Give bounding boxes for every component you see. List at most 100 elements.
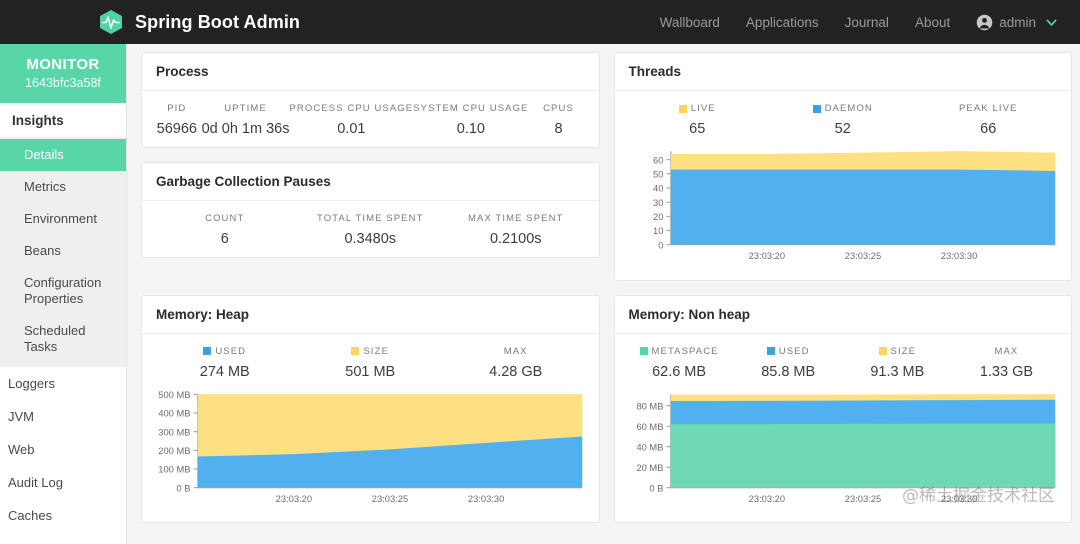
sidebar: MONITOR 1643bfc3a58f Insights Details Me… bbox=[0, 44, 127, 544]
nonheap-stats: METASPACE 62.6 MB USED 85.8 MB SIZE 91.3… bbox=[625, 346, 1062, 380]
brand[interactable]: Spring Boot Admin bbox=[97, 8, 300, 36]
sidebar-item-beans[interactable]: Beans bbox=[0, 235, 126, 267]
sidebar-section-insights: Insights bbox=[12, 113, 64, 128]
dashboard-row-top: Process PID 56966 UPTIME 0d 0h 1m 36s PR… bbox=[141, 52, 1072, 281]
heap-chart-svg: 0 B 100 MB 200 MB 300 MB 400 MB 500 MB 23:03:2… bbox=[158, 390, 583, 504]
svg-text:0: 0 bbox=[658, 240, 663, 250]
threads-stats: LIVE 65 DAEMON 52 PEAK LIVE 66 bbox=[625, 103, 1062, 137]
svg-text:10: 10 bbox=[653, 226, 663, 236]
sidebar-app-name: MONITOR bbox=[26, 56, 100, 73]
threads-chart: 0 10 20 30 40 50 60 23:03:20 23:03:25 23:03:30 bbox=[625, 147, 1062, 270]
gc-stats: COUNT 6 TOTAL TIME SPENT 0.3480s MAX TIM… bbox=[152, 213, 589, 247]
stat-nonheap-used: USED 85.8 MB bbox=[761, 345, 816, 380]
legend-swatch-used bbox=[766, 347, 775, 356]
svg-text:40: 40 bbox=[653, 184, 663, 194]
nonheap-card-title: Memory: Non heap bbox=[614, 296, 1071, 334]
nonheap-chart-svg: 0 B 20 MB 40 MB 60 MB 80 MB 23:03:20 23:03:25 2… bbox=[636, 393, 1055, 504]
svg-text:23:03:30: 23:03:30 bbox=[940, 251, 976, 261]
stat-process-cpu-usage: PROCESS CPU USAGE 0.01 bbox=[289, 103, 414, 137]
svg-text:20 MB: 20 MB bbox=[636, 462, 663, 472]
stat-gc-count: COUNT 6 bbox=[205, 213, 245, 247]
stat-gc-total-time: TOTAL TIME SPENT 0.3480s bbox=[317, 213, 424, 247]
stat-nonheap-metaspace: METASPACE 62.6 MB bbox=[625, 346, 734, 380]
sidebar-item-configuration-properties[interactable]: Configuration Properties bbox=[0, 267, 126, 315]
dashboard-column-left: Process PID 56966 UPTIME 0d 0h 1m 36s PR… bbox=[141, 52, 600, 281]
stat-nonheap-size: SIZE 91.3 MB bbox=[870, 345, 925, 380]
svg-text:23:03:20: 23:03:20 bbox=[748, 494, 784, 504]
brand-title: Spring Boot Admin bbox=[135, 11, 301, 32]
stat-nonheap-max: MAX 1.33 GB bbox=[979, 345, 1034, 380]
sidebar-item-metrics[interactable]: Metrics bbox=[0, 171, 126, 203]
svg-text:60 MB: 60 MB bbox=[636, 421, 663, 431]
stat-heap-used: USED 274 MB bbox=[199, 345, 250, 380]
nonheap-card: Memory: Non heap METASPACE 62.6 MB USED … bbox=[613, 294, 1072, 524]
sidebar-insights-group: Details Metrics Environment Beans Config… bbox=[0, 137, 126, 367]
sidebar-item-jvm[interactable]: JVM bbox=[0, 400, 126, 433]
sidebar-item-details[interactable]: Details bbox=[0, 139, 126, 171]
account-circle-icon bbox=[976, 14, 993, 31]
svg-text:23:03:25: 23:03:25 bbox=[844, 251, 880, 261]
legend-swatch-daemon bbox=[812, 104, 821, 113]
nav-link-journal[interactable]: Journal bbox=[845, 15, 889, 30]
heap-card-title: Memory: Heap bbox=[142, 296, 599, 334]
heap-card: Memory: Heap USED 274 MB SIZE 501 MB MAX… bbox=[141, 294, 600, 524]
sidebar-app-id: 1643bfc3a58f bbox=[25, 76, 101, 90]
process-card-title: Process bbox=[142, 53, 599, 91]
svg-text:23:03:20: 23:03:20 bbox=[748, 251, 784, 261]
svg-text:23:03:25: 23:03:25 bbox=[372, 494, 408, 504]
stat-threads-live: LIVE 65 bbox=[625, 103, 771, 137]
sidebar-item-audit-log[interactable]: Audit Log bbox=[0, 466, 126, 499]
sidebar-item-web[interactable]: Web bbox=[0, 433, 126, 466]
legend-swatch-metaspace bbox=[639, 347, 648, 356]
svg-text:60: 60 bbox=[653, 155, 663, 165]
user-name: admin bbox=[999, 14, 1036, 30]
svg-text:40 MB: 40 MB bbox=[636, 442, 663, 452]
gc-pauses-card-title: Garbage Collection Pauses bbox=[142, 163, 599, 201]
sidebar-app-header: MONITOR 1643bfc3a58f bbox=[0, 44, 126, 103]
heap-column: Memory: Heap USED 274 MB SIZE 501 MB MAX… bbox=[141, 294, 600, 524]
heap-stats: USED 274 MB SIZE 501 MB MAX 4.28 GB bbox=[152, 346, 589, 380]
stat-pid: PID 56966 bbox=[156, 103, 197, 137]
svg-text:200 MB: 200 MB bbox=[158, 446, 190, 456]
user-menu[interactable]: admin bbox=[976, 14, 1058, 31]
threads-card-title: Threads bbox=[614, 53, 1071, 91]
svg-text:80 MB: 80 MB bbox=[636, 401, 663, 411]
stat-heap-max: MAX 4.28 GB bbox=[489, 345, 543, 380]
svg-text:500 MB: 500 MB bbox=[158, 390, 190, 400]
svg-text:0 B: 0 B bbox=[176, 483, 190, 493]
chevron-down-icon[interactable] bbox=[1042, 16, 1058, 29]
nav-link-about[interactable]: About bbox=[915, 15, 950, 30]
sidebar-item-loggers[interactable]: Loggers bbox=[0, 367, 126, 400]
sidebar-item-environment[interactable]: Environment bbox=[0, 203, 126, 235]
stat-threads-peak-live: PEAK LIVE 66 bbox=[959, 103, 1018, 137]
svg-text:23:03:20: 23:03:20 bbox=[276, 494, 312, 504]
process-stats: PID 56966 UPTIME 0d 0h 1m 36s PROCESS CP… bbox=[152, 103, 589, 137]
svg-text:20: 20 bbox=[653, 212, 663, 222]
heap-chart: 0 B 100 MB 200 MB 300 MB 400 MB 500 MB 23:03:2… bbox=[152, 390, 589, 513]
svg-text:400 MB: 400 MB bbox=[158, 408, 190, 418]
sidebar-item-scheduled-tasks[interactable]: Scheduled Tasks bbox=[0, 315, 126, 363]
legend-swatch-live bbox=[678, 104, 687, 113]
top-navbar: Spring Boot Admin Wallboard Applications… bbox=[0, 0, 1080, 44]
nonheap-column: Memory: Non heap METASPACE 62.6 MB USED … bbox=[613, 294, 1072, 524]
nav-link-wallboard[interactable]: Wallboard bbox=[660, 15, 720, 30]
stat-gc-max-time: MAX TIME SPENT 0.2100s bbox=[468, 213, 564, 247]
svg-text:23:03:30: 23:03:30 bbox=[468, 494, 504, 504]
series-daemon bbox=[670, 169, 1055, 245]
stat-heap-size: SIZE 501 MB bbox=[345, 345, 396, 380]
sidebar-item-caches[interactable]: Caches bbox=[0, 499, 126, 532]
svg-text:0 B: 0 B bbox=[649, 483, 663, 493]
gc-pauses-card: Garbage Collection Pauses COUNT 6 TOTAL … bbox=[141, 162, 600, 258]
dashboard-column-right: Threads LIVE 65 DAEMON 52 PEAK LIVE 66 0… bbox=[613, 52, 1072, 281]
nonheap-chart: 0 B 20 MB 40 MB 60 MB 80 MB 23:03:20 23:03:25 2… bbox=[625, 390, 1062, 513]
svg-text:23:03:25: 23:03:25 bbox=[844, 494, 880, 504]
nav-links: Wallboard Applications Journal About adm… bbox=[660, 14, 1058, 31]
series-metaspace bbox=[670, 423, 1055, 488]
svg-text:50: 50 bbox=[653, 169, 663, 179]
legend-swatch-size bbox=[878, 347, 887, 356]
stat-system-cpu-usage: SYSTEM CPU USAGE 0.10 bbox=[413, 103, 529, 137]
svg-text:100 MB: 100 MB bbox=[158, 464, 190, 474]
nav-link-applications[interactable]: Applications bbox=[746, 15, 819, 30]
svg-text:30: 30 bbox=[653, 198, 663, 208]
legend-swatch-size bbox=[351, 347, 360, 356]
